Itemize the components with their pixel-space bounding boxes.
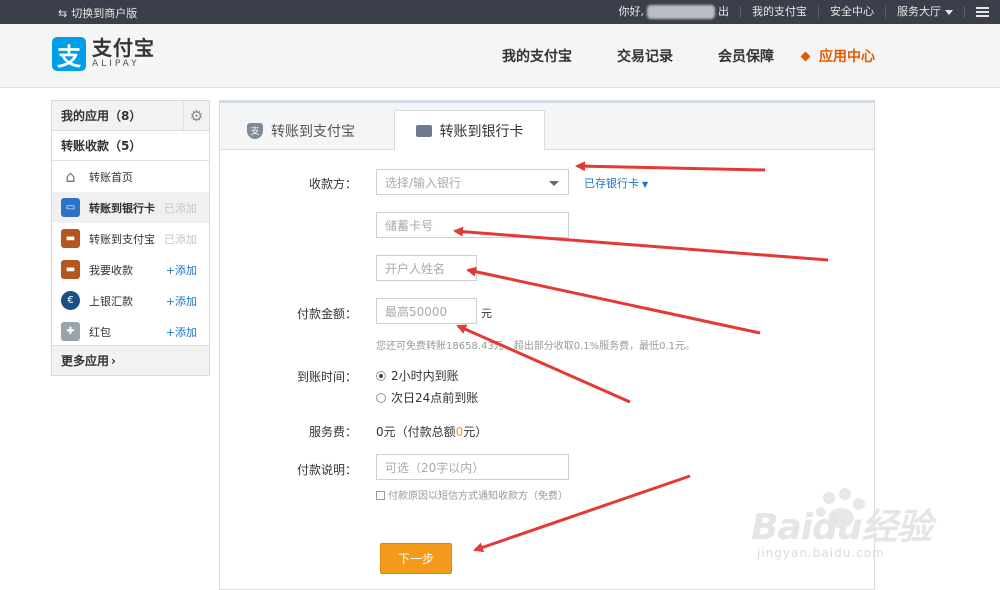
alipay-logo-icon: 支 [52,37,86,71]
wallet-icon: ▬ [61,229,80,248]
added-status: 已添加 [164,201,197,215]
chevron-down-icon: ▼ [642,180,649,189]
bank-card-icon: ▭ [61,198,80,217]
menu-icon [976,7,989,17]
radio-unchecked [376,393,386,403]
transfer-group-title: 转账收款（5） [52,131,209,161]
add-link[interactable]: +添加 [166,293,197,309]
sidebar-item-remit[interactable]: € 上银汇款 +添加 [52,285,209,316]
arrival-option-next-day[interactable]: 次日24点前到账 [376,389,478,406]
more-apps-link[interactable]: 更多应用 › [52,345,209,375]
logo-text-cn: 支付宝 [92,36,155,60]
saved-cards-link[interactable]: 已存银行卡 ▼ [584,175,648,191]
switch-to-merchant-link[interactable]: ⇆ 切换到商户版 [58,5,137,21]
sidebar-item-label: 转账首页 [89,170,133,184]
top-bar: ⇆ 切换到商户版 你好, 出 我的支付宝 安全中心 服务大厅 [0,0,1000,24]
puzzle-icon: ✚ [61,322,80,341]
sidebar-item-label: 转账到支付宝 [89,232,155,246]
checkbox [376,491,385,500]
my-apps-header: 我的应用（8） ⚙ [52,101,209,131]
chevron-down-icon [945,9,953,15]
remit-icon: € [61,291,80,310]
bank-select[interactable]: 选择/输入银行 [376,169,569,195]
note-input[interactable]: 可选（20字以内） [376,454,569,480]
switch-icon: ⇆ [58,6,68,20]
sidebar-item-label: 转账到银行卡 [89,201,155,215]
menu-button[interactable] [964,6,1000,18]
sidebar: 我的应用（8） ⚙ 转账收款（5） ⌂ 转账首页 ▭ 转账到银行卡 已添加 ▬ … [51,100,210,376]
fee-value: 0元（付款总额0元） [376,425,488,439]
receive-icon: ▬ [61,260,80,279]
next-button[interactable]: 下一步 [380,543,452,574]
sidebar-item-transfer-home[interactable]: ⌂ 转账首页 [52,161,209,192]
transfer-tabs: 支 转账到支付宝 转账到银行卡 [220,103,874,151]
user-greeting: 你好, 出 [618,5,729,19]
tab-label: 转账到支付宝 [271,123,355,140]
note-label: 付款说明： [296,463,357,477]
add-link[interactable]: +添加 [166,324,197,340]
switch-label: 切换到商户版 [71,7,138,20]
amount-label: 付款金额： [296,307,357,321]
site-header: 支 支付宝 ALIPAY 我的支付宝 交易记录 会员保障 应用中心 [0,24,1000,88]
shield-icon: 支 [247,122,263,139]
payee-label: 收款方： [308,177,357,191]
amount-unit: 元 [481,307,492,320]
active-marker-icon [800,51,811,61]
radio-checked [376,371,386,381]
amount-hint: 您还可免费转账18658.43元，超出部分收取0.1%服务费，最低0.1元。 [376,341,696,352]
account-name-input[interactable]: 开户人姓名 [376,255,477,281]
tab-label: 转账到银行卡 [439,123,524,140]
home-icon: ⌂ [65,167,76,186]
nav-app-center[interactable]: 应用中心 [800,24,875,88]
tab-transfer-bank[interactable]: 转账到银行卡 [394,110,545,151]
added-status: 已添加 [164,232,197,246]
sidebar-item-red-packet[interactable]: ✚ 红包 +添加 [52,316,209,347]
sidebar-item-transfer-bank[interactable]: ▭ 转账到银行卡 已添加 [52,192,209,223]
watermark-url: jingyan.baidu.com [757,546,885,560]
nav-transactions[interactable]: 交易记录 [617,24,673,88]
card-number-input[interactable]: 储蓄卡号 [376,212,569,238]
nav-my-alipay[interactable]: 我的支付宝 [502,24,572,88]
amount-input[interactable]: 最高50000 [376,298,477,324]
my-alipay-link[interactable]: 我的支付宝 [740,6,818,18]
service-hall-menu[interactable]: 服务大厅 [885,6,964,18]
security-center-link[interactable]: 安全中心 [818,6,885,18]
watermark-brand: Baidu经验 [751,507,932,548]
alipay-logo[interactable]: 支 支付宝 ALIPAY [52,37,155,71]
sms-notify-checkbox[interactable]: 付款原因以短信方式通知收款方（免费） [376,487,568,502]
tab-transfer-alipay[interactable]: 支 转账到支付宝 [247,110,355,151]
card-icon [415,124,432,137]
fee-label: 服务费： [308,425,357,439]
arrival-label: 到账时间： [296,370,357,384]
nav-member-protection[interactable]: 会员保障 [718,24,774,88]
chevron-right-icon: › [111,353,116,368]
sidebar-item-receive[interactable]: ▬ 我要收款 +添加 [52,254,209,285]
sidebar-item-label: 红包 [89,325,111,339]
sidebar-item-label: 上银汇款 [89,294,133,308]
arrival-option-2h[interactable]: 2小时内到账 [376,367,459,384]
gear-icon[interactable]: ⚙ [183,101,209,130]
watermark: Baidu经验 jingyan.baidu.com [745,488,945,580]
sidebar-item-label: 我要收款 [89,263,133,277]
sidebar-item-transfer-alipay[interactable]: ▬ 转账到支付宝 已添加 [52,223,209,254]
chevron-down-icon [549,181,559,186]
blurred-username [647,5,715,19]
add-link[interactable]: +添加 [166,262,197,278]
my-apps-title: 我的应用（8） [61,109,142,123]
